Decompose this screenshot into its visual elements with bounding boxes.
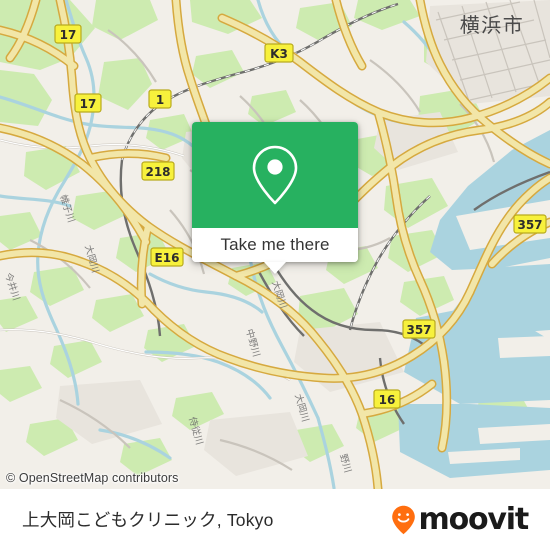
map-pin-icon (252, 145, 298, 205)
popup-icon-area (192, 122, 358, 228)
svg-text:1: 1 (156, 93, 164, 107)
svg-text:E16: E16 (155, 251, 180, 265)
svg-text:218: 218 (145, 165, 170, 179)
svg-text:357: 357 (406, 323, 431, 337)
svg-text:16: 16 (379, 393, 396, 407)
take-me-there-label: Take me there (220, 235, 330, 254)
svg-text:K3: K3 (270, 47, 288, 61)
moovit-logo[interactable]: moovit (391, 501, 530, 537)
location-popup-card[interactable]: Take me there (192, 122, 358, 274)
moovit-smiley-pin-icon (391, 505, 415, 534)
moovit-wordmark: moovit (418, 501, 530, 537)
footer-bar: 上大岡こどもクリニック, Tokyo moovit (0, 489, 550, 550)
map-page: 17 K3 17 1 218 E16 357 357 16 帷子川 大岡川 中野… (0, 0, 550, 550)
city-label: 横浜市 (460, 13, 525, 37)
svg-text:17: 17 (60, 28, 77, 42)
svg-text:357: 357 (517, 218, 542, 232)
take-me-there-button[interactable]: Take me there (192, 228, 358, 262)
svg-text:17: 17 (80, 97, 97, 111)
place-title: 上大岡こどもクリニック, Tokyo (22, 510, 274, 530)
osm-attribution[interactable]: © OpenStreetMap contributors (6, 471, 179, 485)
popup-pointer (264, 262, 286, 274)
